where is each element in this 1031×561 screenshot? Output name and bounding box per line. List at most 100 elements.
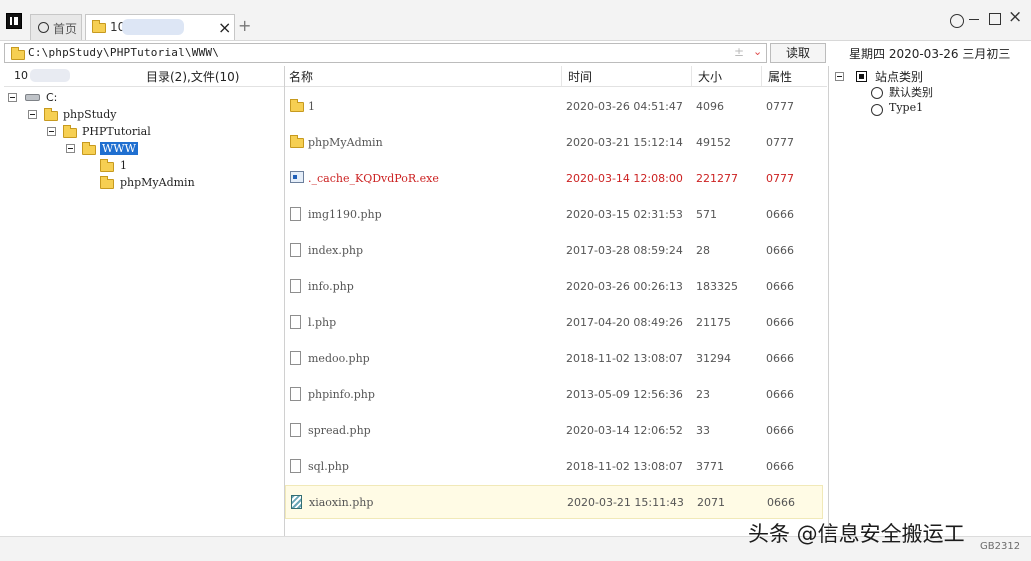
category-radio-icon[interactable] xyxy=(871,87,883,99)
folder-icon xyxy=(290,135,304,148)
file-time: 2020-03-21 15:12:14 xyxy=(566,136,683,149)
maximize-icon[interactable] xyxy=(989,13,1001,25)
file-time: 2020-03-26 04:51:47 xyxy=(566,100,683,113)
file-icon xyxy=(290,243,301,257)
tree-item-phptutorial[interactable]: PHPTutorial xyxy=(47,124,197,141)
file-icon xyxy=(290,459,301,473)
file-size: 221277 xyxy=(696,172,738,185)
site-category-label: 站点类别 xyxy=(875,70,924,84)
tree-label: PHPTutorial xyxy=(82,125,151,138)
watermark-text: 头条 @信息安全搬运工 xyxy=(748,522,965,546)
folder-icon xyxy=(44,108,58,121)
redacted-tab-title xyxy=(122,19,184,35)
file-name: ._cache_KQDvdPoR.exe xyxy=(308,172,439,185)
file-time: 2020-03-14 12:08:00 xyxy=(566,172,683,185)
file-size: 33 xyxy=(696,424,710,437)
collapse-toggle-icon[interactable] xyxy=(8,93,17,102)
chevron-down-icon[interactable]: ⌄ xyxy=(753,45,762,58)
redacted-count xyxy=(30,69,70,82)
tree-item-drive[interactable]: C: xyxy=(8,90,158,107)
read-button[interactable]: 读取 xyxy=(770,43,826,63)
collapse-toggle-icon[interactable] xyxy=(28,110,37,119)
file-name: img1190.php xyxy=(308,208,382,221)
tree-item-phpstudy[interactable]: phpStudy xyxy=(28,107,178,124)
file-attr: 0777 xyxy=(766,172,794,185)
file-name: phpMyAdmin xyxy=(308,136,383,149)
file-time: 2017-03-28 08:59:24 xyxy=(566,244,683,257)
file-row[interactable]: index.php 2017-03-28 08:59:24 28 0666 xyxy=(285,236,823,266)
column-header-name[interactable]: 名称 xyxy=(289,68,313,85)
file-name: sql.php xyxy=(308,460,349,473)
tab-active[interactable]: 10 × xyxy=(85,14,235,40)
file-attr: 0666 xyxy=(767,496,795,509)
file-row[interactable]: ._cache_KQDvdPoR.exe 2020-03-14 12:08:00… xyxy=(285,164,823,194)
file-name: phpinfo.php xyxy=(308,388,375,401)
category-label: Type1 xyxy=(889,101,924,114)
file-attr: 0666 xyxy=(766,460,794,473)
file-name: xiaoxin.php xyxy=(309,496,374,509)
file-row[interactable]: info.php 2020-03-26 00:26:13 183325 0666 xyxy=(285,272,823,302)
tree-header: 10 目录(2),文件(10) xyxy=(4,66,284,87)
file-row-selected[interactable]: xiaoxin.php 2020-03-21 15:11:43 2071 066… xyxy=(285,485,823,519)
app-logo xyxy=(6,13,22,29)
file-size: 4096 xyxy=(696,100,724,113)
folder-icon xyxy=(63,125,77,138)
collapse-toggle-icon[interactable] xyxy=(47,127,56,136)
tree-label: 1 xyxy=(120,159,127,172)
column-divider[interactable] xyxy=(561,66,562,86)
left-count: 10 xyxy=(14,69,28,82)
collapse-toggle-icon[interactable] xyxy=(66,144,75,153)
file-icon xyxy=(290,387,301,401)
tab-home[interactable]: 首页 xyxy=(30,14,82,40)
file-time: 2020-03-26 00:26:13 xyxy=(566,280,683,293)
window-close-icon[interactable]: × xyxy=(1008,7,1022,27)
tree-item-phpmyadmin[interactable]: phpMyAdmin xyxy=(100,175,250,192)
column-divider[interactable] xyxy=(691,66,692,86)
collapse-toggle-icon[interactable] xyxy=(835,72,844,81)
file-time: 2020-03-21 15:11:43 xyxy=(567,496,684,509)
column-header-attr[interactable]: 属性 xyxy=(768,68,792,85)
file-size: 2071 xyxy=(697,496,725,509)
tree-label: WWW xyxy=(100,142,138,155)
file-size: 3771 xyxy=(696,460,724,473)
file-row[interactable]: spread.php 2020-03-14 12:06:52 33 0666 xyxy=(285,416,823,446)
category-radio-icon[interactable] xyxy=(871,104,883,116)
file-time: 2018-11-02 13:08:07 xyxy=(566,352,683,365)
file-time: 2020-03-15 02:31:53 xyxy=(566,208,683,221)
tree-item-1[interactable]: 1 xyxy=(100,158,250,175)
file-name: index.php xyxy=(308,244,364,257)
tree-label: phpStudy xyxy=(63,108,117,121)
file-row[interactable]: sql.php 2018-11-02 13:08:07 3771 0666 xyxy=(285,452,823,482)
file-attr: 0666 xyxy=(766,244,794,257)
file-row[interactable]: l.php 2017-04-20 08:49:26 21175 0666 xyxy=(285,308,823,338)
file-time: 2020-03-14 12:06:52 xyxy=(566,424,683,437)
column-divider[interactable] xyxy=(761,66,762,86)
file-name: 1 xyxy=(308,100,315,113)
file-icon xyxy=(290,279,301,293)
file-row[interactable]: 1 2020-03-26 04:51:47 4096 0777 xyxy=(285,92,823,122)
file-time: 2018-11-02 13:08:07 xyxy=(566,460,683,473)
file-icon xyxy=(290,423,301,437)
file-attr: 0666 xyxy=(766,208,794,221)
column-header-time[interactable]: 时间 xyxy=(568,68,592,85)
file-time: 2017-04-20 08:49:26 xyxy=(566,316,683,329)
tab-close-icon[interactable]: × xyxy=(218,18,231,37)
file-size: 49152 xyxy=(696,136,731,149)
file-row[interactable]: medoo.php 2018-11-02 13:08:07 31294 0666 xyxy=(285,344,823,374)
date-info: 星期四 2020-03-26 三月初三 xyxy=(849,47,1011,61)
file-row[interactable]: img1190.php 2020-03-15 02:31:53 571 0666 xyxy=(285,200,823,230)
minimize-icon[interactable] xyxy=(969,19,979,20)
column-header-size[interactable]: 大小 xyxy=(698,68,722,85)
folder-icon xyxy=(290,99,304,112)
new-tab-icon[interactable]: + xyxy=(238,16,251,35)
window-circle-icon[interactable] xyxy=(950,14,964,28)
file-name: l.php xyxy=(308,316,337,329)
file-row[interactable]: phpinfo.php 2013-05-09 12:56:36 23 0666 xyxy=(285,380,823,410)
folder-icon xyxy=(100,159,114,172)
tree-item-www[interactable]: WWW xyxy=(66,141,216,158)
file-name: info.php xyxy=(308,280,354,293)
file-row[interactable]: phpMyAdmin 2020-03-21 15:12:14 49152 077… xyxy=(285,128,823,158)
image-file-icon xyxy=(291,495,302,509)
plus-minus-icon[interactable]: ± xyxy=(734,45,744,59)
path-input[interactable]: C:\phpStudy\PHPTutorial\WWW\ ± ⌄ xyxy=(4,43,767,63)
